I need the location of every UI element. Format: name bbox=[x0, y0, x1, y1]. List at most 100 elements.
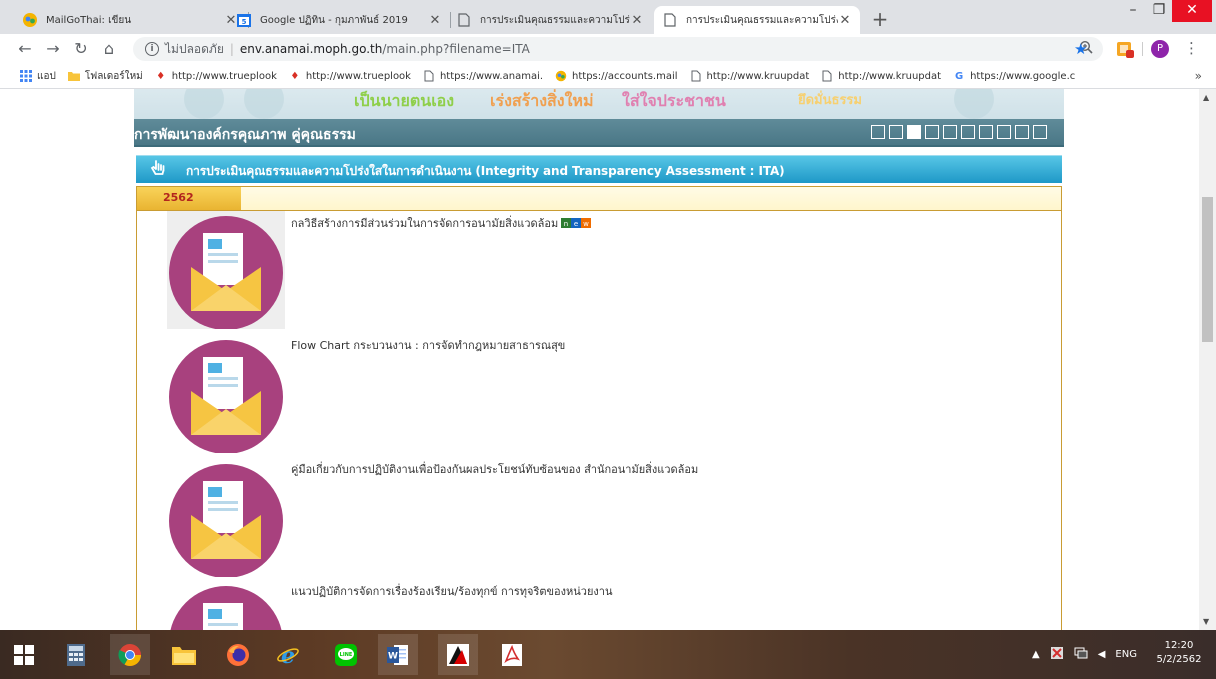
line-icon[interactable]: LINE bbox=[326, 634, 366, 675]
year-tab-2562[interactable]: 2562 bbox=[137, 187, 241, 210]
bookmark-kruupdate-2[interactable]: http://www.kruupdat bbox=[821, 70, 941, 82]
envelope-icon[interactable] bbox=[167, 459, 285, 578]
restore-button[interactable]: ❐ bbox=[1146, 0, 1172, 22]
tray-chevron-icon[interactable]: ▲ bbox=[1032, 649, 1040, 660]
pager-dot[interactable] bbox=[943, 125, 957, 139]
mailgothai-icon bbox=[22, 12, 38, 28]
bookmark-apps[interactable]: แอป bbox=[20, 69, 56, 84]
bookmark-folder[interactable]: โฟลเดอร์ใหม่ bbox=[67, 69, 143, 84]
document-link[interactable]: Flow Chart กระบวนงาน : การจัดทำกฎหมายสาธ… bbox=[291, 336, 565, 354]
page-icon bbox=[423, 70, 435, 82]
envelope-icon[interactable] bbox=[167, 335, 285, 454]
page-icon bbox=[821, 70, 833, 82]
apps-icon bbox=[20, 70, 32, 82]
google-icon: G bbox=[954, 70, 964, 82]
chrome-icon[interactable] bbox=[110, 634, 150, 675]
vertical-scrollbar[interactable]: ▲ ▼ bbox=[1199, 89, 1216, 630]
clock-date: 5/2/2562 bbox=[1156, 654, 1202, 665]
tab-google-calendar[interactable]: 5 Google ปฏิทิน - กุมภาพันธ์ 2019 ✕ bbox=[228, 6, 450, 34]
bookmark-trueplook-2[interactable]: ♦ http://www.trueplook bbox=[289, 70, 411, 82]
tray-app-icon[interactable] bbox=[1050, 646, 1064, 663]
trueplookpanya-icon: ♦ bbox=[290, 70, 300, 82]
profile-avatar[interactable]: P bbox=[1151, 40, 1169, 58]
pager-dot[interactable] bbox=[1015, 125, 1029, 139]
firefox-icon[interactable] bbox=[218, 634, 258, 675]
pager-dot[interactable] bbox=[889, 125, 903, 139]
file-explorer-icon[interactable] bbox=[164, 634, 204, 675]
pager-dot[interactable] bbox=[907, 125, 921, 139]
scrollbar-thumb[interactable] bbox=[1202, 197, 1213, 342]
tab-mailgothai[interactable]: MailGoThai: เขียน ✕ bbox=[14, 6, 246, 34]
kingsoft-icon[interactable] bbox=[438, 634, 478, 675]
pager-dot[interactable] bbox=[997, 125, 1011, 139]
forward-arrow-icon[interactable]: → bbox=[42, 38, 64, 60]
minimize-button[interactable]: – bbox=[1120, 0, 1146, 22]
tab-close-icon[interactable]: ✕ bbox=[838, 13, 852, 28]
bookmark-star-icon[interactable]: ★ bbox=[1074, 40, 1087, 58]
windows-taskbar: e LINE W ▲ ◀ ENG 12:20 5/2/2562 bbox=[0, 630, 1216, 679]
language-indicator[interactable]: ENG bbox=[1115, 649, 1137, 660]
back-arrow-icon[interactable]: ← bbox=[14, 38, 36, 60]
info-icon[interactable]: i bbox=[145, 42, 159, 56]
pager-dot[interactable] bbox=[925, 125, 939, 139]
home-icon[interactable]: ⌂ bbox=[98, 38, 120, 60]
banner-motto: เร่งสร้างสิ่งใหม่ bbox=[490, 91, 594, 110]
page-icon bbox=[690, 70, 702, 82]
taskbar-clock[interactable]: 12:20 5/2/2562 bbox=[1148, 639, 1210, 667]
internet-explorer-icon[interactable]: e bbox=[268, 634, 308, 675]
bookmark-google[interactable]: G https://www.google.c bbox=[953, 70, 1075, 82]
tab-ita-1[interactable]: การประเมินคุณธรรมและความโปร่งใสในก ✕ bbox=[448, 6, 652, 34]
scroll-up-icon[interactable]: ▲ bbox=[1203, 93, 1209, 102]
page-icon bbox=[662, 12, 678, 28]
google-calendar-icon: 5 bbox=[236, 12, 252, 28]
new-tab-button[interactable]: + bbox=[866, 6, 894, 34]
pager-dot[interactable] bbox=[871, 125, 885, 139]
bookmark-kruupdate-1[interactable]: http://www.kruupdat bbox=[690, 70, 809, 82]
page-viewport: เป็นนายตนเอง เร่งสร้างสิ่งใหม่ ใส่ใจประช… bbox=[0, 89, 1199, 630]
bookmark-trueplook-1[interactable]: ♦ http://www.trueplook bbox=[155, 70, 277, 82]
extension-icon[interactable] bbox=[1116, 40, 1134, 58]
list-item: กลวิธีสร้างการมีส่วนร่วมในการจัดการอนามั… bbox=[137, 211, 1061, 335]
ita-heading: การประเมินคุณธรรมและความโปร่งใสในการดำเน… bbox=[186, 164, 785, 178]
banner-motto: ยึดมั่นธรรม bbox=[798, 93, 862, 108]
menu-kebab-icon[interactable]: ⋮ bbox=[1184, 39, 1199, 57]
mailgothai-icon bbox=[555, 70, 567, 82]
document-link[interactable]: แนวปฏิบัติการจัดการเรื่องร้องเรียน/ร้องท… bbox=[291, 582, 613, 600]
tab-close-icon[interactable]: ✕ bbox=[428, 13, 442, 28]
tab-strip: MailGoThai: เขียน ✕ 5 Google ปฏิทิน - กุ… bbox=[0, 0, 1216, 34]
bookmark-anamai[interactable]: https://www.anamai. bbox=[423, 70, 543, 82]
trueplookpanya-icon: ♦ bbox=[156, 70, 166, 82]
reload-icon[interactable]: ↻ bbox=[70, 38, 92, 60]
word-icon[interactable]: W bbox=[378, 634, 418, 675]
address-bar[interactable]: i ไม่ปลอดภัย | env.anamai.moph.go.th/mai… bbox=[133, 37, 1103, 61]
acrobat-icon[interactable] bbox=[492, 634, 532, 675]
pager-dot[interactable] bbox=[1033, 125, 1047, 139]
svg-text:n: n bbox=[564, 220, 568, 228]
new-badge-icon: new bbox=[561, 217, 592, 231]
banner-motto: ใส่ใจประชาชน bbox=[622, 91, 726, 110]
security-label[interactable]: ไม่ปลอดภัย bbox=[165, 40, 224, 59]
banner-decoration bbox=[244, 89, 284, 119]
volume-icon[interactable]: ◀ bbox=[1098, 649, 1106, 660]
scroll-down-icon[interactable]: ▼ bbox=[1203, 617, 1209, 626]
ita-heading-bar: การประเมินคุณธรรมและความโปร่งใสในการดำเน… bbox=[136, 155, 1062, 183]
document-link[interactable]: กลวิธีสร้างการมีส่วนร่วมในการจัดการอนามั… bbox=[291, 214, 592, 232]
network-icon[interactable] bbox=[1074, 646, 1088, 663]
tab-close-icon[interactable]: ✕ bbox=[630, 13, 644, 28]
close-window-button[interactable]: ✕ bbox=[1172, 0, 1212, 22]
svg-text:w: w bbox=[583, 220, 589, 228]
bookmark-accounts-mail[interactable]: https://accounts.mail bbox=[555, 70, 678, 82]
tab-ita-active[interactable]: การประเมินคุณธรรมและความโปร่งใสในก ✕ bbox=[654, 6, 860, 34]
pager-dot[interactable] bbox=[961, 125, 975, 139]
bookmarks-overflow-button[interactable]: » bbox=[1195, 69, 1202, 83]
envelope-icon[interactable] bbox=[167, 211, 285, 330]
browser-toolbar: ← → ↻ ⌂ i ไม่ปลอดภัย | env.anamai.moph.g… bbox=[0, 34, 1216, 64]
document-link[interactable]: คู่มือเกี่ยวกับการปฏิบัติงานเพื่อป้องกัน… bbox=[291, 460, 698, 478]
windows-start-icon[interactable] bbox=[4, 634, 44, 675]
folder-icon bbox=[67, 70, 80, 82]
calculator-icon[interactable] bbox=[56, 634, 96, 675]
section-header: การพัฒนาองค์กรคุณภาพ คู่คุณธรรม bbox=[134, 119, 1064, 147]
pager-dot[interactable] bbox=[979, 125, 993, 139]
envelope-icon[interactable] bbox=[167, 581, 285, 630]
system-tray: ▲ ◀ ENG bbox=[1032, 630, 1147, 679]
